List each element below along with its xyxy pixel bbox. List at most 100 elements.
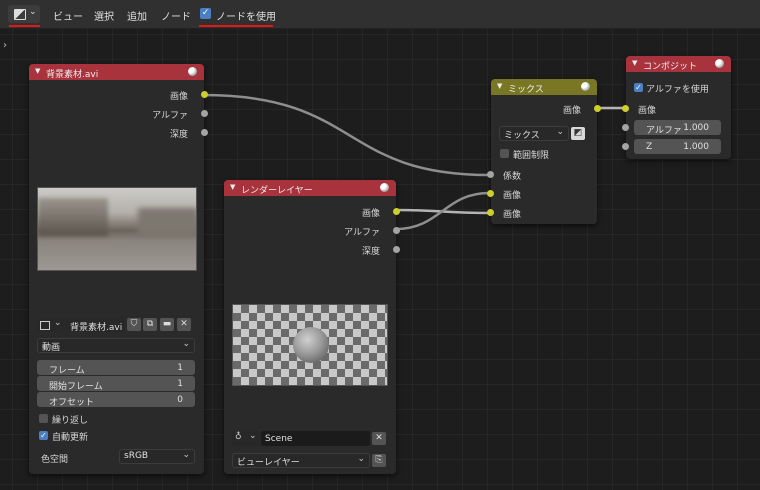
clamp-label[interactable]: 範囲制限 <box>513 148 549 161</box>
cyclic-label[interactable]: 繰り返し <box>52 413 88 426</box>
output-label: 画像 <box>562 106 581 116</box>
field-label: 開始フレーム <box>49 382 103 392</box>
collapse-icon[interactable]: ▼ <box>230 183 235 191</box>
use-nodes-label[interactable]: ノードを使用 <box>216 8 276 23</box>
chevron-down-icon: ⌄ <box>182 339 190 349</box>
field-label: Z <box>646 142 653 152</box>
chevron-down-icon: ⌄ <box>182 450 190 460</box>
offset-field[interactable]: オフセット 0 <box>37 392 195 408</box>
chevron-down-icon: ⌄ <box>54 318 62 328</box>
duplicate-icon[interactable]: ⧉ <box>143 318 157 331</box>
field-label: アルファ <box>646 126 682 136</box>
node-preview-icon[interactable] <box>188 67 197 76</box>
annotation-underline <box>9 25 40 27</box>
input-socket[interactable] <box>487 171 494 178</box>
field-label: オフセット <box>49 398 95 408</box>
node-header[interactable]: ▼ ミックス <box>491 79 597 95</box>
view-layer-dropdown[interactable]: ビューレイヤー ⌄ <box>232 453 370 468</box>
image-browse-button[interactable]: ⌄ <box>37 318 65 332</box>
mix-node[interactable]: ▼ ミックス 画像 ミックス ⌄ ◩ 範囲制限 係数 画像 画像 <box>487 79 601 224</box>
input-socket[interactable] <box>487 190 494 197</box>
output-socket[interactable] <box>201 129 208 136</box>
node-preview-icon[interactable] <box>380 183 389 192</box>
input-label: 画像 <box>503 191 522 201</box>
render-layers-node[interactable]: ▼ レンダーレイヤー 画像 アルファ 深度 ♁ ⌄ Scene ✕ ビューレイヤ… <box>224 180 400 474</box>
image-name-field[interactable]: 背景素材.avi <box>66 318 125 333</box>
node-title: コンポジット <box>643 62 698 72</box>
sphere-object <box>293 327 329 363</box>
sidebar-expand-icon[interactable]: › <box>3 40 7 51</box>
node-header[interactable]: ▼ 背景素材.avi <box>29 64 204 80</box>
field-value: 0 <box>177 395 183 405</box>
field-value: 1 <box>177 363 183 373</box>
menu-view[interactable]: ビュー <box>53 8 83 23</box>
field-label: フレーム <box>49 366 85 376</box>
render-layer-icon[interactable]: ⎘ <box>372 454 386 467</box>
chevron-down-icon: ⌄ <box>29 7 37 17</box>
input-socket[interactable] <box>622 143 629 150</box>
use-nodes-checkbox[interactable]: ✓ <box>200 8 211 19</box>
image-node[interactable]: ▼ 背景素材.avi 画像 アルファ 深度 ⌄ 背景素材.avi ⛉ ⧉ ▬ ✕… <box>29 64 208 474</box>
chevron-down-icon: ⌄ <box>249 431 257 441</box>
input-label: 画像 <box>503 210 522 220</box>
start-frame-field[interactable]: 開始フレーム 1 <box>37 376 195 392</box>
field-value: 1.000 <box>683 142 709 152</box>
output-socket[interactable] <box>201 110 208 117</box>
editor-type-button[interactable]: ⌄ <box>8 5 40 23</box>
source-dropdown[interactable]: 動画 ⌄ <box>37 338 195 353</box>
node-preview-icon[interactable] <box>581 82 590 91</box>
node-preview-icon[interactable] <box>715 59 724 68</box>
input-label: 画像 <box>638 106 657 116</box>
movie-preview <box>37 187 197 271</box>
output-label: アルファ <box>344 228 380 238</box>
scene-name-field[interactable]: Scene <box>261 431 370 446</box>
output-socket[interactable] <box>393 208 400 215</box>
input-socket[interactable] <box>487 209 494 216</box>
node-title: ミックス <box>508 85 544 95</box>
use-alpha-label[interactable]: アルファを使用 <box>646 82 709 95</box>
colorspace-dropdown[interactable]: sRGB ⌄ <box>119 449 195 464</box>
node-header[interactable]: ▼ レンダーレイヤー <box>224 180 396 196</box>
menu-select[interactable]: 選択 <box>94 8 114 23</box>
colorspace-label: 色空間 <box>41 455 69 465</box>
blend-mode-value: ミックス <box>504 131 540 141</box>
use-alpha-checkbox[interactable]: ✓ <box>634 83 643 92</box>
alpha-field[interactable]: アルファ 1.000 <box>634 120 721 136</box>
source-value: 動画 <box>42 343 61 353</box>
composite-node[interactable]: ▼ コンポジット ✓ アルファを使用 画像 アルファ 1.000 Z 1.000 <box>622 56 731 159</box>
z-field[interactable]: Z 1.000 <box>634 139 721 154</box>
collapse-icon[interactable]: ▼ <box>35 67 40 75</box>
header-toolbar: ⌄ ビュー 選択 追加 ノード ✓ ノードを使用 <box>0 0 760 29</box>
collapse-icon[interactable]: ▼ <box>632 59 637 67</box>
menu-add[interactable]: 追加 <box>127 8 147 23</box>
output-socket[interactable] <box>393 246 400 253</box>
node-header[interactable]: ▼ コンポジット <box>626 56 731 72</box>
clamp-checkbox[interactable] <box>500 149 509 158</box>
colorspace-value: sRGB <box>124 451 149 461</box>
chevron-down-icon: ⌄ <box>357 454 365 464</box>
output-label: 画像 <box>169 92 188 102</box>
field-value: 1 <box>177 379 183 389</box>
auto-refresh-checkbox[interactable]: ✓ <box>39 431 48 440</box>
close-icon[interactable]: ✕ <box>177 318 191 331</box>
close-icon[interactable]: ✕ <box>372 432 386 445</box>
input-socket[interactable] <box>622 124 629 131</box>
output-socket[interactable] <box>393 227 400 234</box>
output-socket[interactable] <box>594 105 601 112</box>
scene-browse-button[interactable]: ♁ ⌄ <box>232 431 260 446</box>
node-title: 背景素材.avi <box>46 70 99 80</box>
field-value: 1.000 <box>683 123 709 133</box>
frame-field[interactable]: フレーム 1 <box>37 360 195 376</box>
input-socket[interactable] <box>622 105 629 112</box>
output-socket[interactable] <box>201 91 208 98</box>
blend-mode-dropdown[interactable]: ミックス ⌄ <box>499 126 569 141</box>
fake-user-icon[interactable]: ⛉ <box>127 318 141 331</box>
mix-preview-icon[interactable]: ◩ <box>571 127 585 140</box>
auto-refresh-label[interactable]: 自動更新 <box>52 430 88 443</box>
cyclic-checkbox[interactable] <box>39 414 48 423</box>
node-title: レンダーレイヤー <box>241 186 313 196</box>
chevron-down-icon: ⌄ <box>556 127 564 137</box>
folder-icon[interactable]: ▬ <box>160 318 174 331</box>
menu-node[interactable]: ノード <box>161 8 191 23</box>
collapse-icon[interactable]: ▼ <box>497 82 502 90</box>
